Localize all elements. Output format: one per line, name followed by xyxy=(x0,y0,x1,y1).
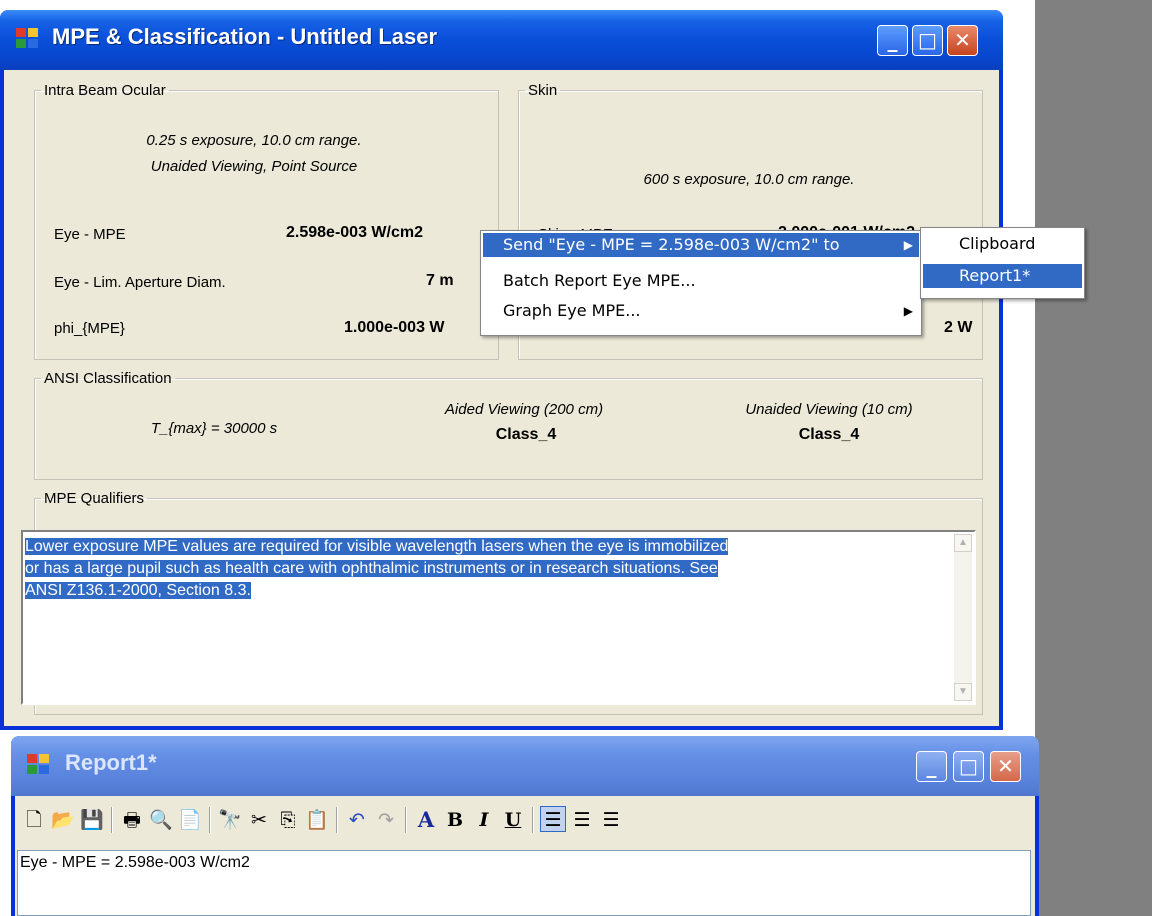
align-center-icon[interactable]: ☰ xyxy=(569,806,595,832)
undo-icon[interactable]: ↶ xyxy=(344,806,370,832)
menu-item-batch-report-label: Batch Report Eye MPE... xyxy=(503,271,696,290)
align-left-icon[interactable]: ☰ xyxy=(540,806,566,832)
app-icon xyxy=(16,28,40,50)
scroll-up-icon[interactable]: ▲ xyxy=(954,534,972,552)
eye-mpe-label[interactable]: Eye - MPE xyxy=(54,226,126,243)
context-menu: Send "Eye - MPE = 2.598e-003 W/cm2" to ▶… xyxy=(480,230,922,336)
menu-item-graph-label: Graph Eye MPE... xyxy=(503,301,641,320)
ocular-conditions-line2: Unaided Viewing, Point Source xyxy=(150,158,358,175)
print-preview-icon[interactable]: 🔍 xyxy=(148,806,174,832)
maximize-button[interactable]: □ xyxy=(912,25,943,56)
tmax-label: T_{max} = 30000 s xyxy=(150,420,278,437)
align-right-icon[interactable]: ☰ xyxy=(598,806,624,832)
open-folder-icon[interactable]: 📂 xyxy=(50,806,76,832)
submenu-item-clipboard-label: Clipboard xyxy=(959,234,1036,253)
title-bar[interactable]: MPE & Classification - Untitled Laser _ … xyxy=(0,10,1003,70)
bold-icon[interactable]: B xyxy=(442,806,468,832)
intra-beam-ocular-legend: Intra Beam Ocular xyxy=(44,82,166,99)
qualifiers-line1: Lower exposure MPE values are required f… xyxy=(25,538,729,555)
menu-item-batch-report[interactable]: Batch Report Eye MPE... xyxy=(483,269,919,293)
toolbar-separator xyxy=(336,807,338,833)
desktop-background xyxy=(1035,0,1152,916)
report-editor[interactable]: Eye - MPE = 2.598e-003 W/cm2 xyxy=(17,850,1031,916)
maximize-icon: □ xyxy=(918,28,937,52)
save-icon[interactable]: 💾 xyxy=(79,806,105,832)
minimize-icon: _ xyxy=(887,28,898,52)
submenu-item-clipboard[interactable]: Clipboard xyxy=(923,232,1082,256)
aided-viewing-label: Aided Viewing (200 cm) xyxy=(444,401,604,418)
eye-mpe-value[interactable]: 2.598e-003 W/cm2 xyxy=(286,224,423,242)
qualifiers-line3: ANSI Z136.1-2000, Section 8.3. xyxy=(25,582,251,599)
submenu-arrow-icon: ▶ xyxy=(903,238,913,252)
qualifiers-scrollbar[interactable]: ▲ ▼ xyxy=(954,534,972,701)
new-document-icon[interactable]: 🗋 xyxy=(21,806,47,832)
qualifiers-textbox[interactable]: Lower exposure MPE values are required f… xyxy=(21,530,976,705)
send-to-submenu: Clipboard Report1* xyxy=(920,227,1085,299)
copy-icon[interactable]: ⎘ xyxy=(275,806,301,832)
skin-legend: Skin xyxy=(528,82,558,99)
ocular-conditions-line1: 0.25 s exposure, 10.0 cm range. xyxy=(146,132,362,149)
qualifiers-text[interactable]: Lower exposure MPE values are required f… xyxy=(25,536,937,602)
eye-lim-aperture-value[interactable]: 7 m xyxy=(426,272,454,290)
skin-phi-value[interactable]: 2 W xyxy=(944,319,972,337)
report-editor-text[interactable]: Eye - MPE = 2.598e-003 W/cm2 xyxy=(20,854,250,872)
close-button[interactable]: ✕ xyxy=(947,25,978,56)
report-window-title: Report1* xyxy=(65,750,157,775)
report-app-icon xyxy=(27,754,51,776)
toolbar-separator xyxy=(532,807,534,833)
toolbar-separator xyxy=(209,807,211,833)
phi-mpe-value[interactable]: 1.000e-003 W xyxy=(344,319,445,337)
print-icon[interactable]: 🖶 xyxy=(119,806,145,832)
menu-item-send-to[interactable]: Send "Eye - MPE = 2.598e-003 W/cm2" to ▶ xyxy=(483,233,919,257)
report-maximize-button[interactable]: □ xyxy=(953,751,984,782)
report-close-button[interactable]: ✕ xyxy=(990,751,1021,782)
underline-icon[interactable]: U xyxy=(500,806,526,832)
submenu-arrow-icon: ▶ xyxy=(903,304,913,318)
toolbar-separator xyxy=(405,807,407,833)
unaided-class-value: Class_4 xyxy=(798,426,860,443)
menu-item-graph[interactable]: Graph Eye MPE... ▶ xyxy=(483,299,919,323)
ansi-classification-legend: ANSI Classification xyxy=(44,370,172,387)
skin-conditions: 600 s exposure, 10.0 cm range. xyxy=(643,171,855,188)
submenu-item-report1[interactable]: Report1* xyxy=(923,264,1082,288)
qualifiers-line2: or has a large pupil such as health care… xyxy=(25,560,718,577)
maximize-icon: □ xyxy=(959,754,978,778)
font-icon[interactable]: A xyxy=(413,806,439,832)
menu-item-send-to-label: Send "Eye - MPE = 2.598e-003 W/cm2" to xyxy=(503,235,840,254)
report-toolbar: 🗋 📂 💾 🖶 🔍 📄 🔭 ✂ ⎘ 📋 ↶ ↷ A B I U ☰ ☰ ☰ xyxy=(15,796,1035,848)
submenu-item-report1-label: Report1* xyxy=(959,266,1031,285)
page-setup-icon[interactable]: 📄 xyxy=(177,806,203,832)
dialog-client-area: Intra Beam Ocular 0.25 s exposure, 10.0 … xyxy=(4,70,999,726)
report-title-bar[interactable]: Report1* _ □ ✕ xyxy=(11,736,1039,796)
report-window: Report1* _ □ ✕ 🗋 📂 💾 🖶 🔍 📄 🔭 ✂ ⎘ 📋 ↶ ↷ A… xyxy=(11,736,1039,916)
scroll-down-icon[interactable]: ▼ xyxy=(954,683,972,701)
report-client-area: 🗋 📂 💾 🖶 🔍 📄 🔭 ✂ ⎘ 📋 ↶ ↷ A B I U ☰ ☰ ☰ Ey… xyxy=(15,796,1035,916)
report-minimize-button[interactable]: _ xyxy=(916,751,947,782)
close-icon: ✕ xyxy=(954,28,971,52)
close-icon: ✕ xyxy=(997,754,1014,778)
toolbar-separator xyxy=(111,807,113,833)
redo-icon[interactable]: ↷ xyxy=(373,806,399,832)
find-icon[interactable]: 🔭 xyxy=(217,806,243,832)
italic-icon[interactable]: I xyxy=(471,806,497,832)
aided-class-value: Class_4 xyxy=(495,426,557,443)
window-title: MPE & Classification - Untitled Laser xyxy=(52,24,438,49)
paste-icon[interactable]: 📋 xyxy=(304,806,330,832)
mpe-classification-window: MPE & Classification - Untitled Laser _ … xyxy=(0,10,1003,730)
unaided-viewing-label: Unaided Viewing (10 cm) xyxy=(745,401,913,418)
minimize-icon: _ xyxy=(926,754,937,778)
eye-lim-aperture-label[interactable]: Eye - Lim. Aperture Diam. xyxy=(54,274,226,291)
mpe-qualifiers-legend: MPE Qualifiers xyxy=(44,490,145,507)
minimize-button[interactable]: _ xyxy=(877,25,908,56)
phi-mpe-label[interactable]: phi_{MPE} xyxy=(54,320,125,337)
cut-icon[interactable]: ✂ xyxy=(246,806,272,832)
